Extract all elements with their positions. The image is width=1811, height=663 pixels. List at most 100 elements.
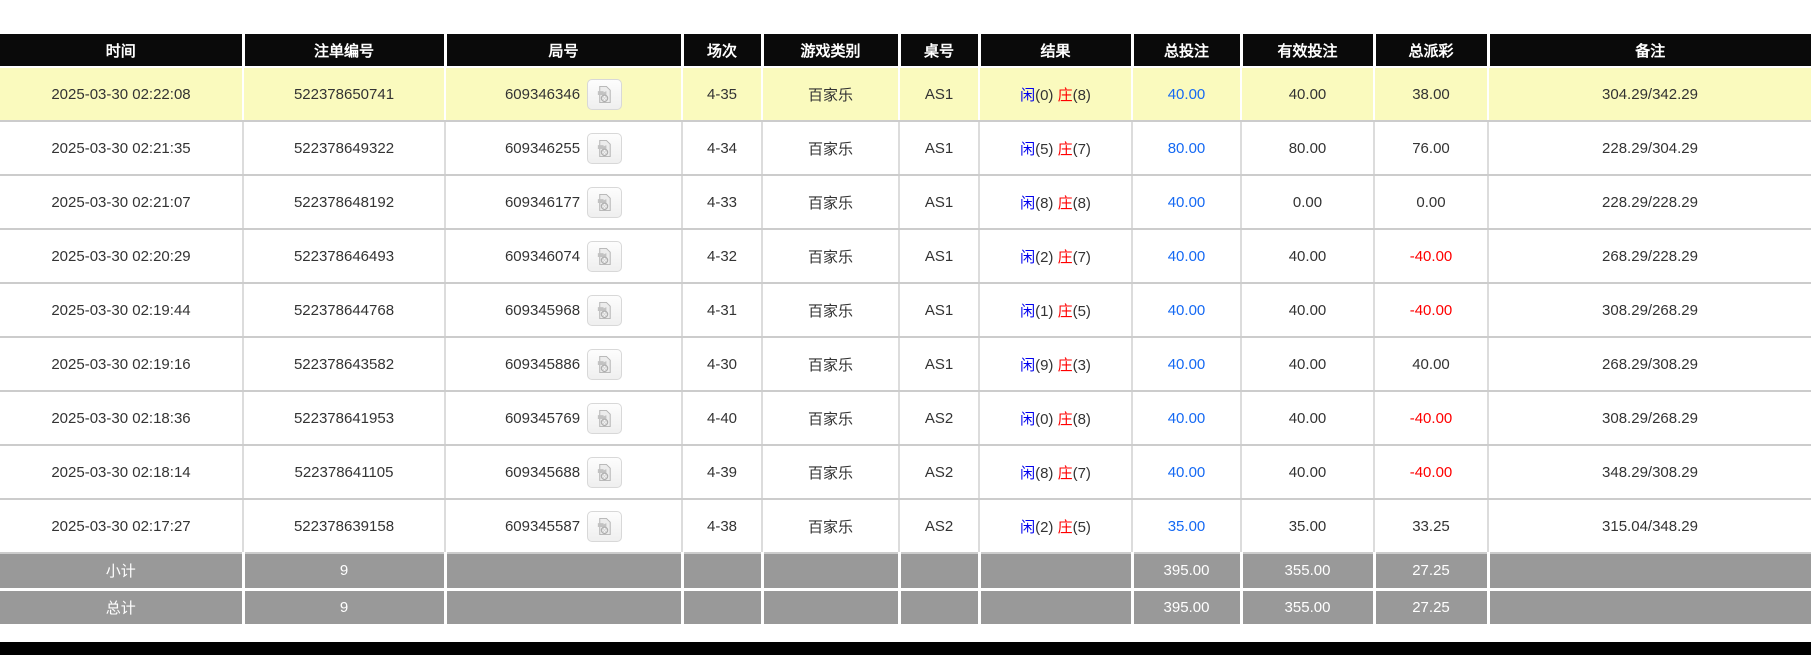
betting-records-table: 时间 注单编号 局号 场次 游戏类别 桌号 结果 总投注 有效投注 总派彩 备注 2025-03-3… bbox=[0, 34, 1811, 627]
cell-total-bet: 40.00 bbox=[1132, 445, 1242, 500]
cell-bet-id: 522378648192 bbox=[243, 175, 446, 230]
cell-table-no: AS2 bbox=[899, 445, 980, 500]
video-replay-icon bbox=[597, 301, 611, 319]
cell-total-payout: 40.00 bbox=[1374, 337, 1489, 392]
summary-total-payout: 27.25 bbox=[1374, 553, 1490, 591]
cell-bet-id: 522378639158 bbox=[243, 499, 446, 554]
total-bet-link[interactable]: 40.00 bbox=[1168, 302, 1206, 319]
cell-remark: 268.29/228.29 bbox=[1488, 229, 1811, 284]
column-header-game_type: 游戏类别 bbox=[762, 34, 901, 68]
cell-session: 4-33 bbox=[682, 175, 763, 230]
cell-valid-bet: 40.00 bbox=[1241, 337, 1375, 392]
cell-valid-bet: 40.00 bbox=[1241, 391, 1375, 446]
summary-empty-cell bbox=[682, 589, 764, 627]
cell-table-no: AS2 bbox=[899, 391, 980, 446]
table-row: 2025-03-30 02:18:36 522378641953 609345769… bbox=[0, 391, 1811, 446]
column-header-total_bet: 总投注 bbox=[1132, 34, 1243, 68]
total-bet-link[interactable]: 40.00 bbox=[1168, 410, 1206, 427]
cell-game-type: 百家乐 bbox=[762, 229, 900, 284]
total-bet-link[interactable]: 80.00 bbox=[1168, 140, 1206, 157]
total-bet-link[interactable]: 35.00 bbox=[1168, 518, 1206, 535]
result-player-value: (0) bbox=[1035, 86, 1058, 104]
round-id-group: 609346255 bbox=[505, 132, 623, 164]
cell-session: 4-35 bbox=[682, 67, 763, 122]
cell-table-no: AS1 bbox=[899, 337, 980, 392]
video-replay-button[interactable] bbox=[587, 240, 623, 272]
result-banker-value: (3) bbox=[1072, 356, 1091, 374]
subtotal-row: 小计 9 395.00 355.00 27.25 bbox=[0, 553, 1811, 591]
summary-empty-cell bbox=[1488, 589, 1811, 627]
total-bet-link[interactable]: 40.00 bbox=[1168, 86, 1206, 103]
result-banker-value: (7) bbox=[1072, 464, 1091, 482]
cell-bet-id: 522378643582 bbox=[243, 337, 446, 392]
column-header-bet_id: 注单编号 bbox=[243, 34, 447, 68]
result-player-value: (9) bbox=[1035, 356, 1058, 374]
summary-label: 小计 bbox=[0, 553, 245, 591]
cell-total-bet: 80.00 bbox=[1132, 121, 1242, 176]
cell-round-id: 609346346 bbox=[445, 67, 683, 122]
summary-empty-cell bbox=[979, 553, 1134, 591]
column-header-session: 场次 bbox=[682, 34, 764, 68]
cell-valid-bet: 40.00 bbox=[1241, 229, 1375, 284]
cell-remark: 308.29/268.29 bbox=[1488, 391, 1811, 446]
result-player-value: (8) bbox=[1035, 464, 1058, 482]
cell-bet-id: 522378641105 bbox=[243, 445, 446, 500]
video-replay-button[interactable] bbox=[587, 348, 623, 380]
video-replay-icon bbox=[597, 409, 611, 427]
video-replay-icon bbox=[597, 355, 611, 373]
cell-total-bet: 40.00 bbox=[1132, 283, 1242, 338]
cell-time: 2025-03-30 02:21:07 bbox=[0, 175, 244, 230]
video-replay-icon bbox=[597, 193, 611, 211]
table-row: 2025-03-30 02:20:29 522378646493 609346074… bbox=[0, 229, 1811, 284]
cell-session: 4-34 bbox=[682, 121, 763, 176]
cell-total-payout: 38.00 bbox=[1374, 67, 1489, 122]
cell-result: 闲(0) 庄(8) bbox=[979, 391, 1133, 446]
cell-bet-id: 522378649322 bbox=[243, 121, 446, 176]
total-bet-link[interactable]: 40.00 bbox=[1168, 464, 1206, 481]
video-replay-button[interactable] bbox=[587, 78, 623, 110]
table-row: 2025-03-30 02:19:44 522378644768 609345968… bbox=[0, 283, 1811, 338]
cell-time: 2025-03-30 02:17:27 bbox=[0, 499, 244, 554]
result-banker-label: 庄 bbox=[1057, 356, 1073, 374]
cell-game-type: 百家乐 bbox=[762, 391, 900, 446]
cell-game-type: 百家乐 bbox=[762, 445, 900, 500]
video-replay-button[interactable] bbox=[587, 294, 623, 326]
cell-total-payout: -40.00 bbox=[1374, 445, 1489, 500]
round-id-text: 609345769 bbox=[504, 409, 581, 427]
summary-label: 总计 bbox=[0, 589, 245, 627]
table-row: 2025-03-30 02:17:27 522378639158 609345587… bbox=[0, 499, 1811, 554]
video-replay-button[interactable] bbox=[587, 402, 623, 434]
summary-empty-cell bbox=[899, 553, 981, 591]
total-bet-link[interactable]: 40.00 bbox=[1168, 194, 1206, 211]
cell-total-payout: 76.00 bbox=[1374, 121, 1489, 176]
summary-total-bet: 395.00 bbox=[1132, 553, 1243, 591]
cell-result: 闲(8) 庄(8) bbox=[979, 175, 1133, 230]
table-header: 时间 注单编号 局号 场次 游戏类别 桌号 结果 总投注 有效投注 总派彩 备注 bbox=[0, 34, 1811, 68]
total-bet-link[interactable]: 40.00 bbox=[1168, 356, 1206, 373]
round-id-text: 609346074 bbox=[504, 247, 581, 265]
column-header-table_no: 桌号 bbox=[899, 34, 981, 68]
video-replay-button[interactable] bbox=[587, 186, 623, 218]
total-bet-link[interactable]: 40.00 bbox=[1168, 248, 1206, 265]
summary-total-payout: 27.25 bbox=[1374, 589, 1490, 627]
cell-total-payout: -40.00 bbox=[1374, 391, 1489, 446]
cell-round-id: 609346074 bbox=[445, 229, 683, 284]
video-replay-button[interactable] bbox=[587, 132, 623, 164]
video-replay-button[interactable] bbox=[587, 456, 623, 488]
table-row: 2025-03-30 02:18:14 522378641105 609345688… bbox=[0, 445, 1811, 500]
cell-total-bet: 40.00 bbox=[1132, 337, 1242, 392]
cell-game-type: 百家乐 bbox=[762, 283, 900, 338]
cell-table-no: AS1 bbox=[899, 283, 980, 338]
round-id-text: 609346346 bbox=[504, 85, 581, 103]
result-banker-label: 庄 bbox=[1057, 248, 1073, 266]
result-player-value: (0) bbox=[1035, 410, 1058, 428]
round-id-group: 609346074 bbox=[504, 240, 623, 272]
cell-total-bet: 35.00 bbox=[1132, 499, 1242, 554]
result-banker-value: (5) bbox=[1072, 518, 1091, 536]
cell-result: 闲(0) 庄(8) bbox=[979, 67, 1133, 122]
result-banker-value: (8) bbox=[1072, 194, 1091, 212]
cell-round-id: 609345688 bbox=[445, 445, 683, 500]
result-banker-value: (7) bbox=[1072, 248, 1091, 266]
video-replay-button[interactable] bbox=[587, 510, 623, 542]
cell-total-payout: -40.00 bbox=[1374, 283, 1489, 338]
